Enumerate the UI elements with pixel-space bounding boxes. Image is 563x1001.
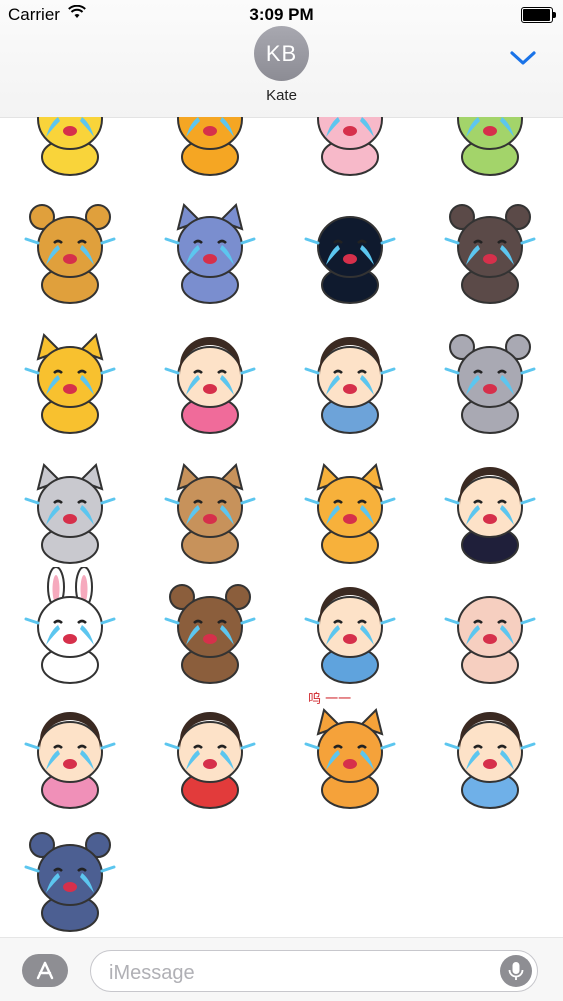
sticker-white-bunny-crying[interactable] [10, 567, 130, 685]
sticker-gray-mouse-crying-art [444, 334, 536, 434]
sticker-brown-bear-crying-art [164, 584, 256, 684]
avatar[interactable]: KB [254, 26, 309, 81]
sticker-girl-sitting-crying[interactable] [10, 692, 130, 810]
sticker-girl-sitting-crying-art [24, 712, 116, 809]
sticker-green-blob-crying-art [457, 117, 523, 176]
sticker-giraffe-crying-art [177, 117, 243, 176]
sticker-boy-hands-face-crying-art [304, 587, 396, 684]
tiger-caption: 呜 一一 [308, 692, 352, 707]
sticker-top-hat-man-crying-art [444, 467, 536, 564]
sticker-blue-wolf-crying-art [164, 203, 256, 304]
sticker-tiger-crying-art [304, 708, 396, 809]
sticker-pig-hat-crying-art [444, 596, 536, 684]
sticker-tiger-crying[interactable]: 呜 一一 [290, 692, 410, 810]
sticker-hooded-kid-crying[interactable] [430, 692, 550, 810]
sticker-orange-cat-crying[interactable] [290, 447, 410, 565]
sticker-green-blob-crying[interactable] [430, 117, 550, 177]
sticker-girl-crying[interactable] [150, 317, 270, 435]
sticker-blue-dog-crying-art [24, 832, 116, 932]
status-time: 3:09 PM [249, 5, 314, 24]
sticker-chick-crying-art [37, 117, 103, 176]
microphone-icon[interactable] [500, 955, 532, 987]
app-store-icon[interactable] [22, 954, 68, 987]
message-input[interactable] [107, 959, 491, 987]
contact-name[interactable]: Kate [0, 87, 563, 104]
sticker-blue-wolf-crying[interactable] [150, 187, 270, 305]
chevron-down-icon[interactable] [509, 48, 537, 68]
sticker-boy-crying-art [304, 337, 396, 434]
sticker-dark-bear-crying[interactable] [430, 187, 550, 305]
sticker-shiba-dog-crying[interactable] [150, 447, 270, 565]
sticker-black-blob-crying[interactable] [290, 187, 410, 305]
sticker-lion-crying-art [24, 204, 116, 304]
sticker-pig-hat-crying[interactable] [430, 567, 550, 685]
sticker-pink-pig-crying-art [317, 117, 383, 176]
sticker-top-hat-man-crying[interactable] [430, 447, 550, 565]
sticker-dark-bear-crying-art [444, 204, 536, 304]
sticker-hooded-kid-crying-art [444, 712, 536, 809]
sticker-orange-cat-crying-art [304, 463, 396, 564]
sticker-curly-boy-crying-art [164, 712, 256, 809]
sticker-blue-dog-crying[interactable] [10, 815, 130, 933]
sticker-gray-cat-crying-art [24, 463, 116, 564]
sticker-gray-mouse-crying[interactable] [430, 317, 550, 435]
sticker-white-bunny-crying-art [24, 567, 116, 684]
sticker-grid: 呜 一一 [0, 117, 563, 937]
compose-bar [0, 937, 563, 1001]
sticker-girl-crying-art [164, 337, 256, 434]
sticker-pink-pig-crying[interactable] [290, 117, 410, 177]
battery-level [523, 9, 550, 21]
sticker-chick-crying[interactable] [10, 117, 130, 177]
sticker-curly-boy-crying[interactable] [150, 692, 270, 810]
sticker-brown-bear-crying[interactable] [150, 567, 270, 685]
sticker-giraffe-crying[interactable] [150, 117, 270, 177]
conversation-header: Carrier 3:09 PM KB Kate [0, 0, 563, 118]
sticker-boy-crying[interactable] [290, 317, 410, 435]
sticker-boy-hands-face-crying[interactable] [290, 567, 410, 685]
sticker-lion-crying[interactable] [10, 187, 130, 305]
sticker-yellow-cat-crying[interactable] [10, 317, 130, 435]
sticker-gray-cat-crying[interactable] [10, 447, 130, 565]
sticker-shiba-dog-crying-art [164, 463, 256, 564]
sticker-yellow-cat-crying-art [24, 333, 116, 434]
sticker-black-blob-crying-art [304, 216, 396, 304]
message-field[interactable] [90, 950, 538, 992]
battery-icon [521, 7, 556, 23]
